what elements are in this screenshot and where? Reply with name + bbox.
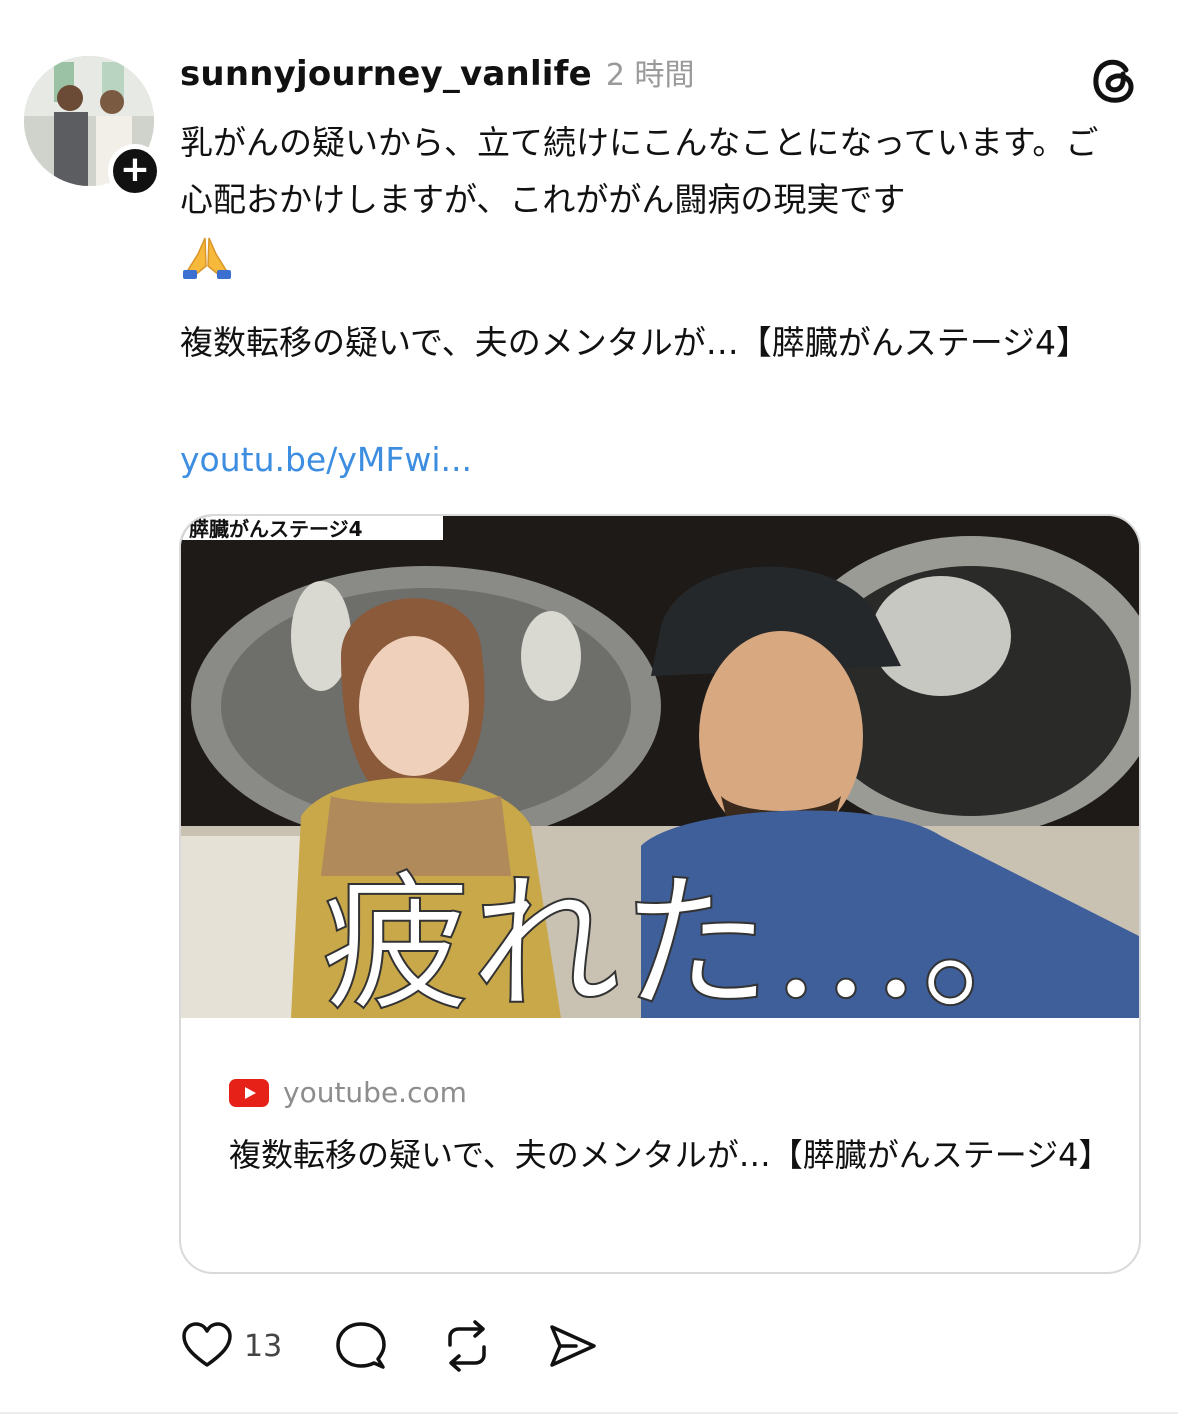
post-header: sunnyjourney_vanlife 2 時間 (180, 50, 695, 96)
post-body: 乳がんの疑いから、立て続けにこんなことになっています。ご心配おかけしますが、これ… (180, 123, 1099, 219)
follow-plus-button[interactable]: + (108, 144, 162, 198)
plus-icon: + (119, 149, 151, 190)
video-thumbnail[interactable]: 膵臓がんステージ4 疲れた…。 (181, 516, 1139, 1018)
thumbnail-caption: 疲れた…。 (321, 858, 1071, 1018)
post-time: 2 時間 (605, 58, 695, 93)
card-domain: youtube.com (283, 1076, 467, 1109)
youtube-icon (229, 1078, 269, 1107)
card-source: youtube.com (229, 1076, 467, 1109)
username[interactable]: sunnyjourney_vanlife (180, 54, 592, 94)
card-title: 複数転移の疑いで、夫のメンタルが…【膵臓がんステージ4】 (229, 1136, 1111, 1174)
divider (0, 1412, 1178, 1414)
heart-icon (182, 1322, 232, 1367)
threads-post: + sunnyjourney_vanlife 2 時間 乳がんの疑いから、立て続… (0, 0, 1178, 1416)
share-icon (550, 1325, 596, 1367)
folded-hands-emoji (183, 237, 231, 279)
comment-icon (336, 1322, 386, 1369)
video-link[interactable]: youtu.be/yMFwi... (180, 440, 472, 479)
post-video-title: 複数転移の疑いで、夫のメンタルが…【膵臓がんステージ4】 (180, 323, 1090, 362)
like-button[interactable]: 13 (180, 1319, 282, 1373)
repost-icon (448, 1320, 486, 1372)
share-button[interactable] (546, 1319, 600, 1373)
repost-button[interactable] (440, 1319, 494, 1373)
action-bar: 13 (180, 1316, 652, 1376)
link-preview-card[interactable]: 膵臓がんステージ4 疲れた…。 youtube.com 複数転移の疑いで、夫のメ… (179, 514, 1141, 1274)
like-count: 13 (244, 1328, 283, 1364)
thumbnail-banner: 膵臓がんステージ4 (189, 517, 363, 541)
comment-button[interactable] (334, 1319, 388, 1373)
threads-logo-icon[interactable] (1086, 52, 1142, 108)
